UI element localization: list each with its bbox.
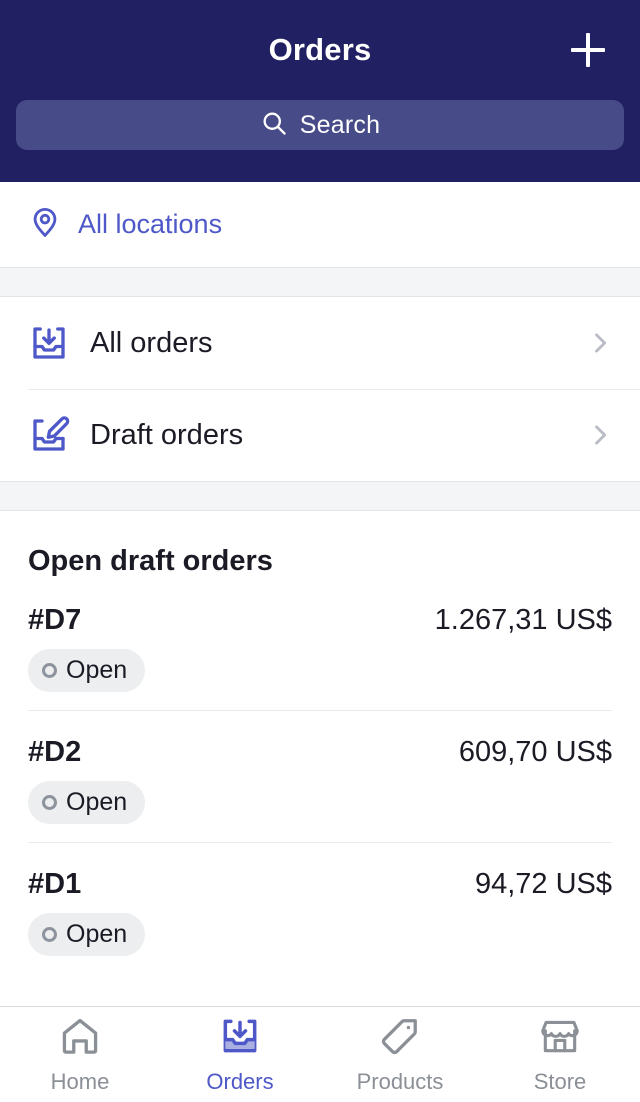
status-dot-icon [42, 663, 57, 678]
order-total: 609,70 US$ [458, 736, 612, 768]
chevron-right-icon [586, 329, 614, 357]
tab-label: Orders [206, 1069, 274, 1094]
tab-home[interactable]: Home [0, 1007, 160, 1102]
order-id: #D7 [28, 604, 82, 636]
search-input[interactable]: Search [16, 100, 624, 150]
search-icon [260, 109, 288, 142]
order-summary: #D7 1.267,31 US$ [28, 604, 612, 637]
orders-screen: Orders Search All locations All orders D… [0, 0, 640, 1102]
search-container: Search [0, 100, 640, 150]
status-badge: Open [28, 649, 146, 692]
tab-products[interactable]: Products [320, 1007, 480, 1102]
storefront-icon [538, 1014, 582, 1063]
tab-store[interactable]: Store [480, 1007, 640, 1102]
header-bar: Orders [0, 0, 640, 100]
sidebar-item-all-orders[interactable]: All orders [0, 297, 640, 389]
status-badge: Open [28, 781, 146, 824]
plus-icon-vertical [586, 33, 590, 67]
inbox-download-icon [28, 322, 74, 364]
list-item[interactable]: #D7 1.267,31 US$ Open [0, 578, 640, 710]
order-summary: #D2 609,70 US$ [28, 736, 612, 769]
status-dot-icon [42, 927, 57, 942]
location-filter[interactable]: All locations [0, 182, 640, 267]
tag-icon [378, 1014, 422, 1063]
sidebar-item-label: Draft orders [90, 418, 244, 451]
tab-label: Store [533, 1069, 587, 1094]
tab-label: Products [356, 1069, 444, 1094]
section-title: Open draft orders [28, 545, 273, 577]
inbox-download-icon [218, 1014, 262, 1063]
section-spacer-top [0, 267, 640, 297]
list-item[interactable]: #D1 94,72 US$ Open [0, 842, 640, 974]
status-badge: Open [28, 913, 146, 956]
chevron-right-icon [586, 421, 614, 449]
home-icon [58, 1014, 102, 1063]
order-total: 1.267,31 US$ [434, 604, 612, 636]
section-spacer-bottom [0, 481, 640, 511]
status-label: Open [66, 788, 128, 816]
page-title: Orders [268, 32, 372, 67]
tab-orders[interactable]: Orders [160, 1007, 320, 1102]
order-total: 94,72 US$ [474, 868, 612, 900]
app-header: Orders Search [0, 0, 640, 182]
status-label: Open [66, 920, 128, 948]
order-summary: #D1 94,72 US$ [28, 868, 612, 901]
bottom-tab-bar: Home Orders Products Store [0, 1006, 640, 1102]
list-item[interactable]: #D2 609,70 US$ Open [0, 710, 640, 842]
order-id: #D1 [28, 868, 82, 900]
sidebar-item-draft-orders[interactable]: Draft orders [0, 389, 640, 481]
inbox-pencil-icon [28, 414, 74, 456]
status-dot-icon [42, 795, 57, 810]
tab-label: Home [50, 1069, 110, 1094]
status-label: Open [66, 656, 128, 684]
map-pin-icon [28, 205, 62, 244]
sidebar-item-label: All orders [90, 326, 213, 359]
orders-nav-list: All orders Draft orders [0, 297, 640, 481]
order-id: #D2 [28, 736, 82, 768]
location-label: All locations [78, 209, 223, 239]
add-order-button[interactable] [562, 24, 614, 76]
search-placeholder: Search [299, 110, 381, 139]
